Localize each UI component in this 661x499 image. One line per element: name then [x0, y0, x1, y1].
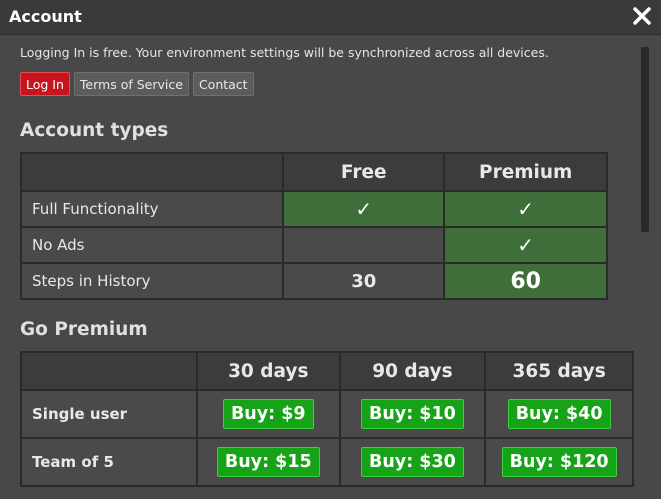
login-button[interactable]: Log In [20, 72, 70, 96]
header-blank [19, 152, 285, 192]
price-cell: Buy: $120 [484, 437, 634, 487]
checkmark-icon: ✓ [443, 190, 608, 228]
header-365-days: 365 days [484, 351, 634, 391]
header-free: Free [282, 152, 446, 192]
contact-button[interactable]: Contact [192, 72, 254, 96]
buy-button[interactable]: Buy: $10 [361, 399, 464, 429]
buy-button[interactable]: Buy: $15 [216, 447, 320, 477]
price-cell: Buy: $40 [484, 389, 634, 439]
free-history-value: 30 [282, 262, 446, 300]
table-row: Steps in History 30 60 [19, 262, 608, 300]
row-label: No Ads [19, 226, 285, 264]
price-cell: Buy: $9 [195, 389, 341, 439]
header-premium: Premium [443, 152, 608, 192]
title-bar: Account [0, 0, 661, 35]
table-row: No Ads ✓ [19, 226, 608, 264]
go-premium-heading: Go Premium [20, 319, 148, 340]
empty-cell [282, 226, 446, 264]
price-cell: Buy: $10 [338, 389, 487, 439]
terms-button[interactable]: Terms of Service [73, 72, 189, 96]
price-cell: Buy: $30 [338, 437, 487, 487]
buy-button[interactable]: Buy: $30 [361, 447, 464, 477]
close-icon[interactable] [629, 3, 655, 29]
scrollbar-thumb[interactable] [641, 47, 649, 232]
intro-text: Logging In is free. Your environment set… [20, 45, 549, 60]
buy-button[interactable]: Buy: $120 [501, 447, 617, 477]
account-types-table: Free Premium Full Functionality ✓ ✓ No A… [19, 152, 608, 300]
table-row: Full Functionality ✓ ✓ [19, 190, 608, 228]
action-buttons: Log In Terms of Service Contact [20, 72, 254, 96]
header-30-days: 30 days [195, 351, 341, 391]
table-row: Team of 5 Buy: $15 Buy: $30 Buy: $120 [20, 437, 634, 487]
buy-button[interactable]: Buy: $9 [222, 399, 314, 429]
row-label: Full Functionality [19, 190, 285, 228]
row-label: Team of 5 [20, 437, 198, 487]
price-cell: Buy: $15 [195, 437, 341, 487]
dialog-content: Logging In is free. Your environment set… [0, 35, 640, 499]
checkmark-icon: ✓ [282, 190, 446, 228]
row-label: Steps in History [19, 262, 285, 300]
header-blank [20, 351, 198, 391]
buy-button[interactable]: Buy: $40 [507, 399, 611, 429]
pricing-table: 30 days 90 days 365 days Single user Buy… [20, 351, 634, 487]
header-90-days: 90 days [338, 351, 487, 391]
row-label: Single user [20, 389, 198, 439]
window-title: Account [9, 7, 82, 26]
table-header-row: Free Premium [19, 152, 608, 192]
premium-history-value: 60 [443, 262, 608, 300]
account-types-heading: Account types [20, 120, 169, 141]
checkmark-icon: ✓ [443, 226, 608, 264]
table-header-row: 30 days 90 days 365 days [20, 351, 634, 391]
table-row: Single user Buy: $9 Buy: $10 Buy: $40 [20, 389, 634, 439]
